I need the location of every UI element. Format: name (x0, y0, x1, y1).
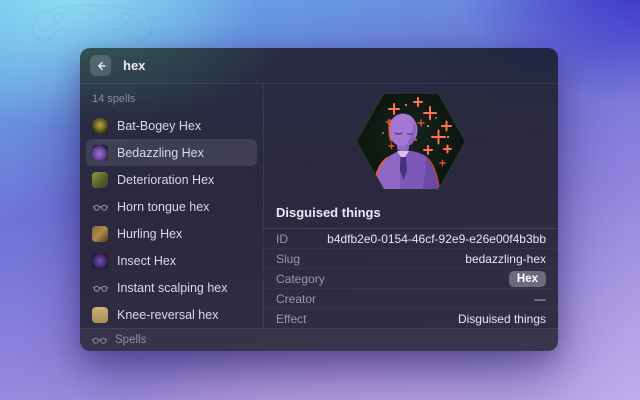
list-item-label: Bat-Bogey Hex (117, 119, 201, 133)
list-item-label: Insect Hex (117, 254, 176, 268)
hurling-thumbnail-icon (92, 226, 108, 242)
search-bar (80, 48, 558, 84)
list-item-label: Bedazzling Hex (117, 146, 204, 160)
list-item-label: Hurling Hex (117, 227, 182, 241)
bedazzling-thumbnail-icon (92, 145, 108, 161)
detail-value-id: b4dfb2e0-0154-46cf-92e9-e26e00f4b3bb (327, 232, 546, 246)
list-item-horn-tongue-hex[interactable]: Horn tongue hex (86, 193, 257, 220)
search-input[interactable] (121, 57, 548, 74)
list-item-hurling-hex[interactable]: Hurling Hex (86, 220, 257, 247)
gamepad-doodle-icon (28, 2, 156, 46)
detail-title: Disguised things (264, 198, 558, 229)
glasses-icon (92, 280, 108, 296)
insect-thumbnail-icon (92, 253, 108, 269)
detail-label: Slug (276, 252, 300, 266)
detail-label: Effect (276, 312, 306, 326)
list-item-bedazzling-hex[interactable]: Bedazzling Hex (86, 139, 257, 166)
list-item-instant-scalping-hex[interactable]: Instant scalping hex (86, 274, 257, 301)
footer-spells-tab[interactable]: Spells (80, 328, 558, 351)
detail-row-id: ID b4dfb2e0-0154-46cf-92e9-e26e00f4b3bb (264, 229, 558, 249)
category-badge: Hex (509, 271, 546, 287)
spell-artwork-area (264, 84, 558, 198)
detail-row-category: Category Hex (264, 269, 558, 289)
knee-reversal-thumbnail-icon (92, 307, 108, 323)
glasses-icon (92, 335, 107, 345)
list-item-label: Instant scalping hex (117, 281, 228, 295)
bat-bogey-thumbnail-icon (92, 118, 108, 134)
spell-list: Bat-Bogey Hex Bedazzling Hex Deteriorati… (80, 112, 263, 328)
content-area: 14 spells Bat-Bogey Hex Bedazzling Hex D… (80, 84, 558, 328)
detail-row-creator: Creator — (264, 289, 558, 309)
arrow-left-icon (95, 60, 107, 72)
detail-panel: Disguised things ID b4dfb2e0-0154-46cf-9… (263, 84, 558, 328)
detail-value-creator: — (534, 292, 546, 306)
list-item-label: Deterioration Hex (117, 173, 214, 187)
list-item-label: Knee-reversal hex (117, 308, 218, 322)
glasses-icon (92, 199, 108, 215)
detail-label: Category (276, 272, 325, 286)
detail-row-effect: Effect Disguised things (264, 309, 558, 328)
list-item-label: Horn tongue hex (117, 200, 209, 214)
list-item-bat-bogey-hex[interactable]: Bat-Bogey Hex (86, 112, 257, 139)
detail-label: Creator (276, 292, 316, 306)
back-button[interactable] (90, 55, 111, 76)
list-item-insect-hex[interactable]: Insect Hex (86, 247, 257, 274)
detail-value-slug: bedazzling-hex (465, 252, 546, 266)
list-item-knee-reversal-hex[interactable]: Knee-reversal hex (86, 301, 257, 328)
deterioration-thumbnail-icon (92, 172, 108, 188)
detail-label: ID (276, 232, 288, 246)
result-count: 14 spells (80, 84, 263, 112)
results-panel: 14 spells Bat-Bogey Hex Bedazzling Hex D… (80, 84, 263, 328)
detail-row-slug: Slug bedazzling-hex (264, 249, 558, 269)
spell-search-window: 14 spells Bat-Bogey Hex Bedazzling Hex D… (80, 48, 558, 351)
footer-label: Spells (115, 334, 146, 346)
detail-value-effect: Disguised things (458, 312, 546, 326)
list-item-deterioration-hex[interactable]: Deterioration Hex (86, 166, 257, 193)
bedazzled-figure-artwork (356, 93, 466, 190)
